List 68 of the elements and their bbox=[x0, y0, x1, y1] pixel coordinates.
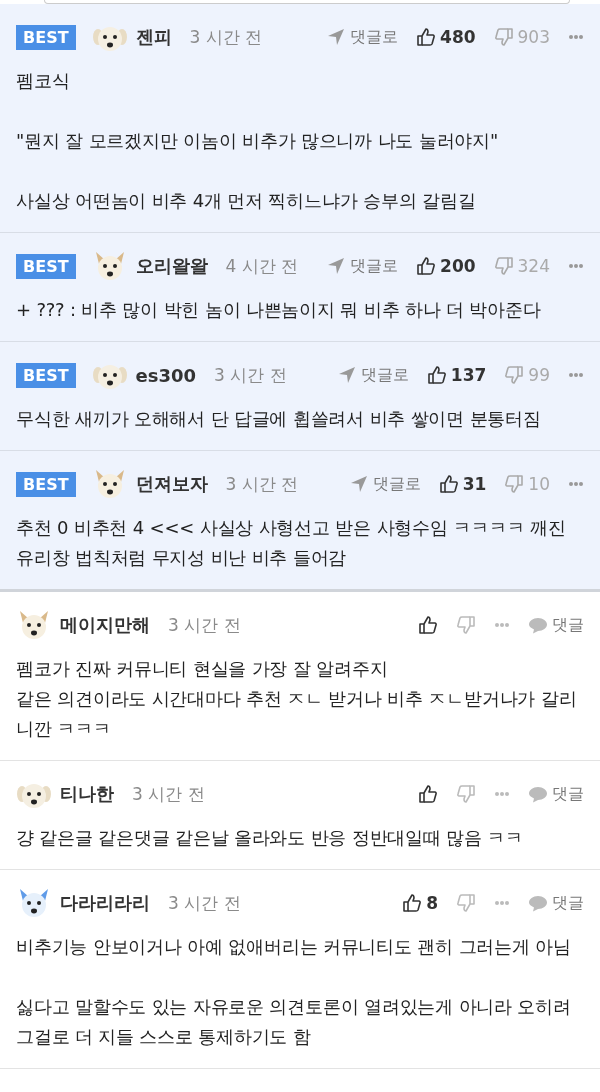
thumbs-down-icon bbox=[504, 474, 525, 494]
comment-text: + ??? : 비추 많이 박힌 놈이 나쁜놈이지 뭐 비추 하나 더 박아준다 bbox=[16, 298, 542, 322]
like-button[interactable] bbox=[418, 615, 438, 635]
reply-link[interactable]: 댓글로 bbox=[326, 26, 399, 48]
timestamp: 3 시간 전 bbox=[189, 25, 263, 49]
timestamp: 3 시간 전 bbox=[225, 472, 299, 496]
speech-bubble-icon bbox=[528, 784, 548, 804]
best-badge: BEST bbox=[16, 362, 76, 388]
dislike-button[interactable] bbox=[456, 893, 476, 913]
thumbs-up-icon bbox=[418, 615, 438, 635]
comment-text: 걍 같은글 같은댓글 같은날 올라와도 반응 정반대일때 많음 ㅋㅋ bbox=[16, 826, 524, 850]
author-name[interactable]: 메이지만해 bbox=[60, 613, 150, 637]
thumbs-up-icon bbox=[402, 893, 423, 913]
reply-link[interactable]: 댓글로 bbox=[348, 473, 421, 495]
best-badge: BEST bbox=[16, 471, 76, 497]
reply-button[interactable]: 댓글 bbox=[528, 892, 584, 914]
like-button[interactable]: 31 bbox=[438, 474, 487, 494]
reply-button[interactable]: 댓글 bbox=[528, 783, 584, 805]
comment-text: 비추기능 안보이거나 아예 없애버리는 커뮤니티도 괜히 그러는게 아님 싫다고 말할수도 있는 자유로운 의견토론이 열려있는게 아니라 오히려 그걸로 더 지들 스스로 통제하기도 함 bbox=[16, 935, 572, 1049]
speech-bubble-icon bbox=[528, 615, 548, 635]
timestamp: 3 시간 전 bbox=[132, 782, 205, 806]
more-icon[interactable] bbox=[494, 791, 510, 797]
like-button[interactable]: 137 bbox=[426, 365, 487, 385]
timestamp: 3 시간 전 bbox=[168, 613, 241, 637]
author-name[interactable]: 다라리라리 bbox=[60, 891, 150, 915]
thumbs-down-icon bbox=[456, 784, 476, 804]
thumbs-up-icon bbox=[416, 256, 437, 276]
thumbs-down-icon bbox=[504, 365, 525, 385]
thumbs-up-icon bbox=[438, 474, 459, 494]
thumbs-down-icon bbox=[493, 27, 514, 47]
thumbs-up-icon bbox=[418, 784, 438, 804]
like-button[interactable]: 480 bbox=[416, 27, 476, 47]
comment-text: 추천 0 비추천 4 <<< 사실상 사형선고 받은 사형수임 ㅋㅋㅋㅋ 깨진 유리창 법칙처럼 무지성 비난 비추 들어감 bbox=[16, 516, 567, 570]
comment-text: 무식한 새끼가 오해해서 단 답글에 휩쓸려서 비추 쌓이면 분통터짐 bbox=[16, 407, 542, 431]
like-button[interactable] bbox=[418, 784, 438, 804]
author-name[interactable]: 던져보자 bbox=[135, 472, 208, 496]
speech-bubble-icon bbox=[528, 893, 548, 913]
timestamp: 4 시간 전 bbox=[225, 254, 299, 278]
arrow-icon bbox=[326, 256, 347, 276]
author-name[interactable]: 티나한 bbox=[60, 782, 114, 806]
thumbs-up-icon bbox=[416, 27, 437, 47]
like-button[interactable]: 8 bbox=[402, 893, 438, 913]
comment-text: 펨코식 "뭔지 잘 모르겠지만 이놈이 비추가 많으니까 나도 눌러야지" 사실상 어떤놈이 비추 4개 먼저 찍히느냐가 승부의 갈림길 bbox=[16, 69, 499, 213]
thumbs-down-icon bbox=[456, 615, 476, 635]
reply-link[interactable]: 댓글로 bbox=[336, 364, 409, 386]
like-button[interactable]: 200 bbox=[416, 256, 476, 276]
reply-link[interactable]: 댓글로 bbox=[326, 255, 399, 277]
author-name[interactable]: es300 bbox=[135, 364, 197, 386]
author-name[interactable]: 오리왈왈 bbox=[135, 254, 208, 278]
more-icon[interactable] bbox=[494, 900, 510, 906]
arrow-icon bbox=[326, 27, 347, 47]
reply-button[interactable]: 댓글 bbox=[528, 614, 584, 636]
best-badge: BEST bbox=[16, 24, 76, 50]
timestamp: 3 시간 전 bbox=[168, 891, 241, 915]
thumbs-down-icon bbox=[493, 256, 514, 276]
timestamp: 3 시간 전 bbox=[214, 363, 287, 387]
more-icon[interactable] bbox=[568, 263, 584, 269]
comment-text: 펨코가 진짜 커뮤니티 현실을 가장 잘 알려주지 같은 의견이라도 시간대마다 추천 ㅈㄴ 받거나 비추 ㅈㄴ받거나가 갈리니깐 ㅋㅋㅋ bbox=[16, 657, 578, 741]
more-icon[interactable] bbox=[568, 481, 584, 487]
best-badge: BEST bbox=[16, 253, 76, 279]
more-icon[interactable] bbox=[568, 372, 584, 378]
more-icon[interactable] bbox=[568, 34, 584, 40]
author-name[interactable]: 젠피 bbox=[135, 25, 172, 49]
dislike-button[interactable] bbox=[456, 615, 476, 635]
more-icon[interactable] bbox=[494, 622, 510, 628]
thumbs-up-icon bbox=[426, 365, 447, 385]
dislike-button[interactable] bbox=[456, 784, 476, 804]
thumbs-down-icon bbox=[456, 893, 476, 913]
